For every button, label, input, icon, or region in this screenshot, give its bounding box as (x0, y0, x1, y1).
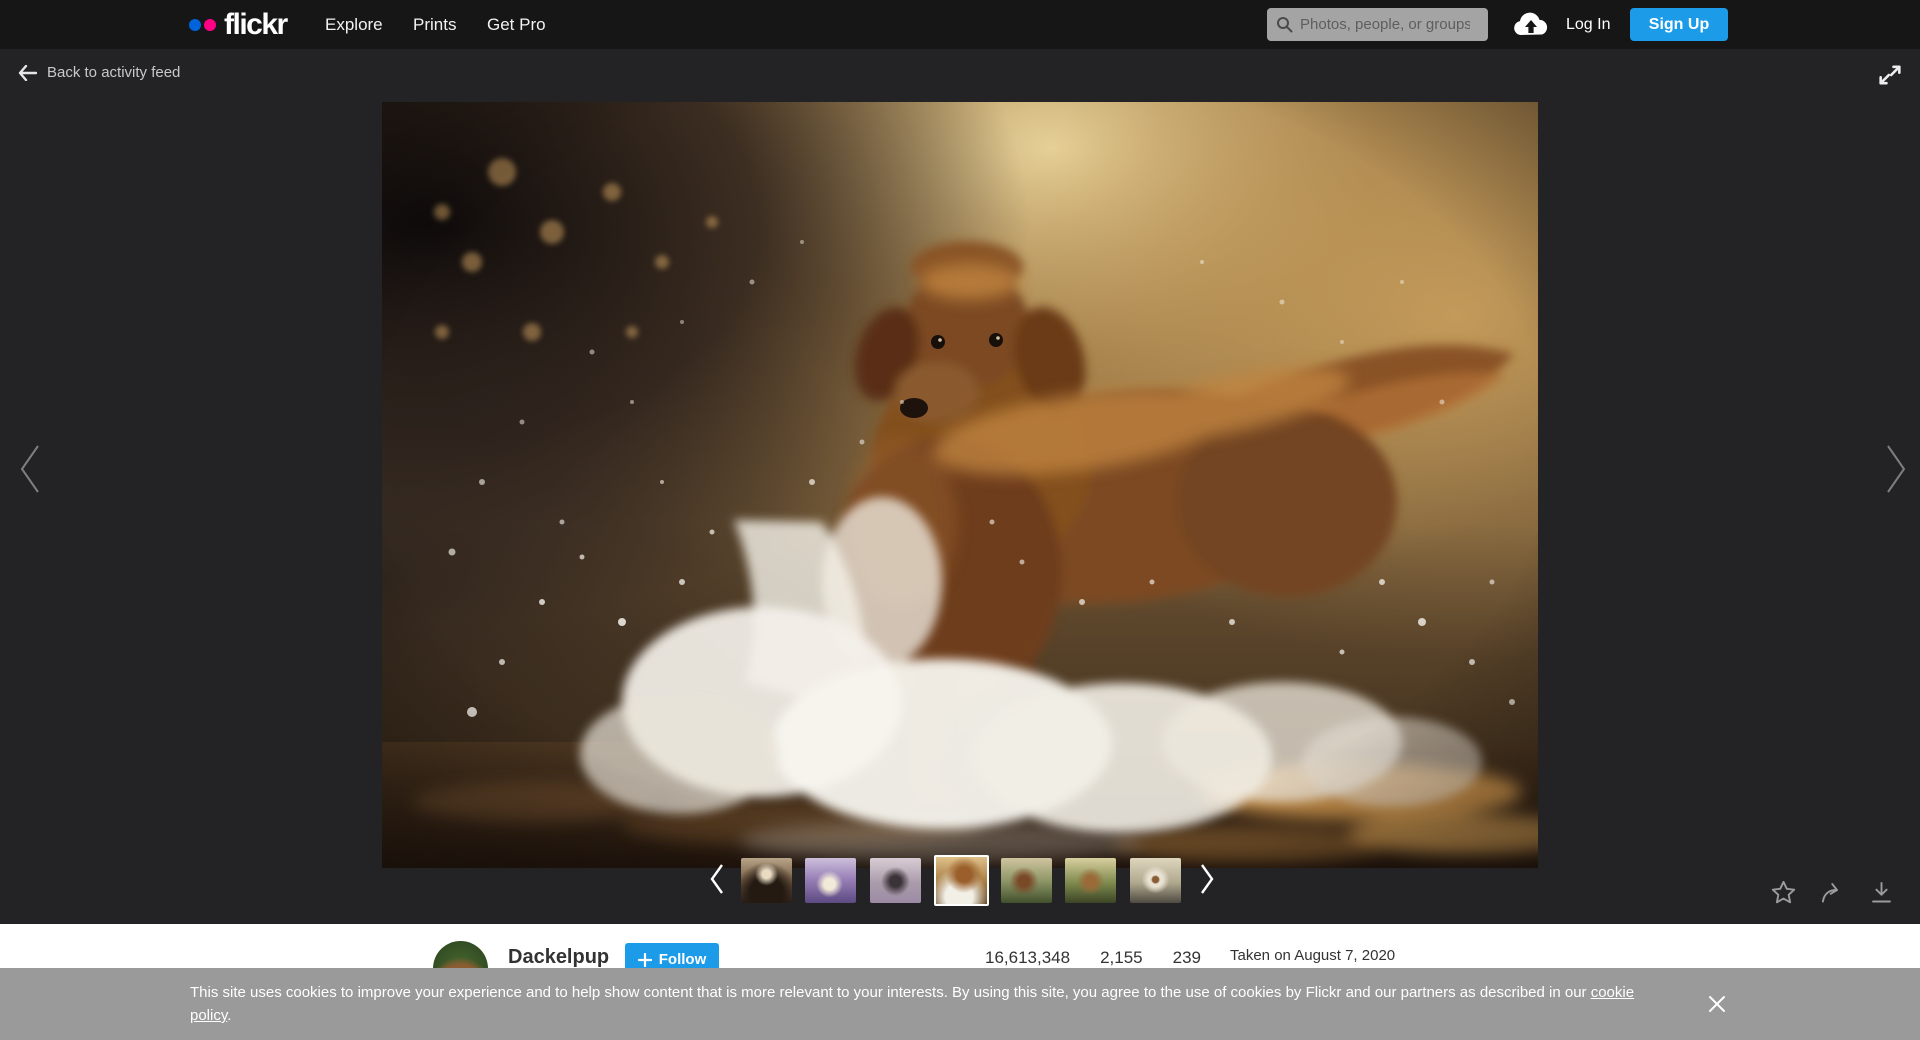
search-input[interactable] (1300, 16, 1470, 33)
back-label: Back to activity feed (47, 64, 180, 81)
search-box[interactable] (1267, 8, 1488, 41)
next-photo-button[interactable] (1882, 443, 1910, 495)
owner-name[interactable]: Dackelpup (508, 946, 609, 969)
flickr-logo[interactable]: flickr (189, 0, 287, 49)
search-icon (1276, 16, 1293, 33)
filmstrip (0, 849, 1920, 911)
signup-button[interactable]: Sign Up (1630, 8, 1728, 41)
nav-link-prints[interactable]: Prints (413, 0, 456, 49)
thumb-dog-water-splash-selected[interactable] (934, 855, 989, 906)
logo-pink-dot-icon (204, 19, 216, 31)
thumb-dog-lavender-field[interactable] (805, 858, 856, 903)
thumb-sheltie-forest[interactable] (1065, 858, 1116, 903)
filmstrip-next-button[interactable] (1198, 863, 1216, 895)
previous-photo-button[interactable] (16, 443, 44, 495)
back-to-feed-link[interactable]: Back to activity feed (18, 64, 180, 81)
follow-label: Follow (659, 951, 707, 968)
cookie-close-button[interactable] (1706, 993, 1728, 1015)
cloud-upload-icon (1511, 11, 1551, 39)
cookie-banner: This site uses cookies to improve your e… (0, 968, 1920, 1040)
chevron-right-icon (1882, 443, 1910, 495)
login-link[interactable]: Log In (1566, 0, 1610, 49)
main-photo[interactable] (382, 102, 1538, 868)
dog-splash-photo-art (382, 102, 1538, 868)
nav-link-getpro[interactable]: Get Pro (487, 0, 546, 49)
thumb-puppy-on-rock[interactable] (1130, 858, 1181, 903)
cookie-text-suffix: . (227, 1007, 231, 1024)
taken-date: Taken on August 7, 2020 (1230, 947, 1395, 964)
logo-wordmark: flickr (224, 10, 287, 40)
thumb-shepherd-forest[interactable] (870, 858, 921, 903)
photo-stage: Back to activity feed (0, 49, 1920, 924)
expand-arrows-icon (1876, 61, 1904, 89)
logo-blue-dot-icon (189, 19, 201, 31)
cookie-banner-text: This site uses cookies to improve your e… (190, 981, 1650, 1027)
thumb-two-dogs-meadow[interactable] (1001, 858, 1052, 903)
nav-link-explore[interactable]: Explore (325, 0, 383, 49)
chevron-left-icon (16, 443, 44, 495)
comments-count: 239 (1173, 948, 1201, 968)
chevron-left-icon (708, 863, 726, 895)
close-icon (1706, 993, 1728, 1015)
thumb-dog-on-log[interactable] (741, 858, 792, 903)
cookie-text: This site uses cookies to improve your e… (190, 984, 1591, 1001)
chevron-right-icon (1198, 863, 1216, 895)
views-count: 16,613,348 (985, 948, 1070, 968)
plus-icon (638, 953, 652, 967)
filmstrip-prev-button[interactable] (708, 863, 726, 895)
photo-stats: 16,613,348 2,155 239 (985, 948, 1201, 968)
top-navbar: flickr Explore Prints Get Pro Log In Sig… (0, 0, 1920, 49)
faves-count: 2,155 (1100, 948, 1143, 968)
upload-button[interactable] (1511, 11, 1551, 39)
fullscreen-button[interactable] (1876, 61, 1906, 91)
arrow-left-icon (18, 65, 37, 81)
